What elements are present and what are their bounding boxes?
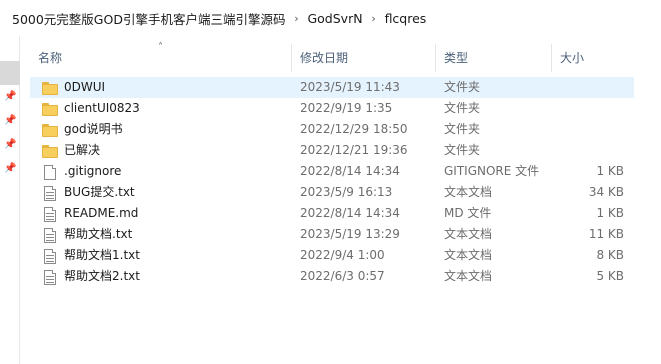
column-header-name-label: 名称 [38,51,63,65]
file-name: god说明书 [64,122,123,136]
file-type: 文件夹 [444,143,481,157]
file-name-cell: 帮助文档2.txt [30,266,292,287]
file-name-cell: 0DWUI [30,77,292,98]
file-size [552,77,632,98]
column-header-size-label: 大小 [560,51,585,65]
text-document-icon [42,269,58,285]
file-date: 2022/9/4 1:00 [300,248,385,262]
navigation-pane: 📌 📌 📌 📌 [0,36,20,364]
breadcrumb-item-godsvrn[interactable]: GodSvrN [307,11,362,26]
file-size: 1 KB [596,164,624,178]
file-name-cell: BUG提交.txt [30,182,292,203]
column-header-name[interactable]: ˄ 名称 [30,42,292,72]
file-size: 8 KB [596,248,624,262]
file-name: 帮助文档.txt [64,227,133,241]
file-name-cell: 已解决 [30,140,292,161]
file-name-cell: .gitignore [30,161,292,182]
text-document-icon [42,185,58,201]
pin-icon[interactable]: 📌 [4,115,16,127]
file-row[interactable]: 0DWUI 2023/5/19 11:43 文件夹 [30,77,634,98]
text-document-icon [42,227,58,243]
file-date: 2022/6/3 0:57 [300,269,385,283]
breadcrumb-item-root[interactable]: 5000元完整版GOD引擎手机客户端三端引擎源码 [12,9,285,28]
sort-ascending-icon: ˄ [158,42,163,53]
file-name: README.md [64,206,139,220]
file-row[interactable]: clientUI0823 2022/9/19 1:35 文件夹 [30,98,661,119]
file-list: 0DWUI 2023/5/19 11:43 文件夹 clientUI0823 2022/… [30,77,661,287]
file-type: 文本文档 [444,185,493,199]
folder-icon [42,144,58,158]
file-type: 文本文档 [444,248,493,262]
file-size: 34 KB [588,185,624,199]
file-name-cell: 帮助文档.txt [30,224,292,245]
file-row[interactable]: .gitignore 2022/8/14 14:34 GITIGNORE 文件 1 K… [30,161,661,182]
file-name-cell: clientUI0823 [30,98,292,119]
file-size [552,119,632,140]
file-date: 2022/9/19 1:35 [300,101,393,115]
folder-icon [42,102,58,116]
text-document-icon [42,248,58,264]
file-date: 2022/8/14 14:34 [300,164,400,178]
column-header-date-label: 修改日期 [300,51,349,65]
breadcrumb-item-current[interactable]: flcqres [385,11,427,26]
column-header-type-label: 类型 [444,51,469,65]
file-name-cell: 帮助文档1.txt [30,245,292,266]
file-name: 已解决 [64,143,101,157]
file-icon [42,164,58,180]
pin-icon[interactable]: 📌 [4,163,16,175]
column-header-date[interactable]: 修改日期 [292,44,436,72]
file-row[interactable]: god说明书 2022/12/29 18:50 文件夹 [30,119,661,140]
file-date: 2022/12/29 18:50 [300,122,408,136]
file-type: GITIGNORE 文件 [444,164,540,178]
file-type: 文件夹 [444,101,481,115]
file-date: 2023/5/19 13:29 [300,227,400,241]
file-size: 5 KB [596,269,624,283]
file-row[interactable]: 帮助文档1.txt 2022/9/4 1:00 文本文档 8 KB [30,245,661,266]
file-type: 文件夹 [444,122,481,136]
file-name: 0DWUI [64,80,106,94]
file-name: BUG提交.txt [64,185,135,199]
file-name: 帮助文档2.txt [64,269,140,283]
file-row[interactable]: 帮助文档.txt 2023/5/19 13:29 文本文档 11 KB [30,224,661,245]
file-size: 1 KB [596,206,624,220]
file-type: MD 文件 [444,206,492,220]
file-date: 2023/5/19 11:43 [300,80,400,94]
file-date: 2023/5/9 16:13 [300,185,393,199]
file-date: 2022/12/21 19:36 [300,143,408,157]
file-name-cell: god说明书 [30,119,292,140]
file-row[interactable]: 帮助文档2.txt 2022/6/3 0:57 文本文档 5 KB [30,266,661,287]
column-header-type[interactable]: 类型 [436,44,552,72]
column-header: ˄ 名称 修改日期 类型 大小 [30,42,661,72]
file-name: .gitignore [64,164,122,178]
file-name-cell: README.md [30,203,292,224]
file-size: 11 KB [588,227,624,241]
file-row[interactable]: README.md 2022/8/14 14:34 MD 文件 1 KB [30,203,661,224]
file-row[interactable]: 已解决 2022/12/21 19:36 文件夹 [30,140,661,161]
nav-selected-item[interactable] [0,61,20,85]
file-type: 文本文档 [444,269,493,283]
folder-icon [42,123,58,137]
chevron-right-icon[interactable]: › [285,12,307,25]
pin-icon[interactable]: 📌 [4,139,16,151]
file-size [552,140,632,161]
file-date: 2022/8/14 14:34 [300,206,400,220]
file-type: 文本文档 [444,227,493,241]
column-header-size[interactable]: 大小 [552,44,632,72]
text-document-icon [42,206,58,222]
pin-icon[interactable]: 📌 [4,91,16,103]
file-row[interactable]: BUG提交.txt 2023/5/9 16:13 文本文档 34 KB [30,182,661,203]
file-size [552,98,632,119]
chevron-right-icon[interactable]: › [363,12,385,25]
breadcrumb: 5000元完整版GOD引擎手机客户端三端引擎源码 › GodSvrN › flc… [0,0,661,36]
file-name: 帮助文档1.txt [64,248,140,262]
file-name: clientUI0823 [64,101,140,115]
file-type: 文件夹 [444,80,481,94]
folder-icon [42,81,58,95]
